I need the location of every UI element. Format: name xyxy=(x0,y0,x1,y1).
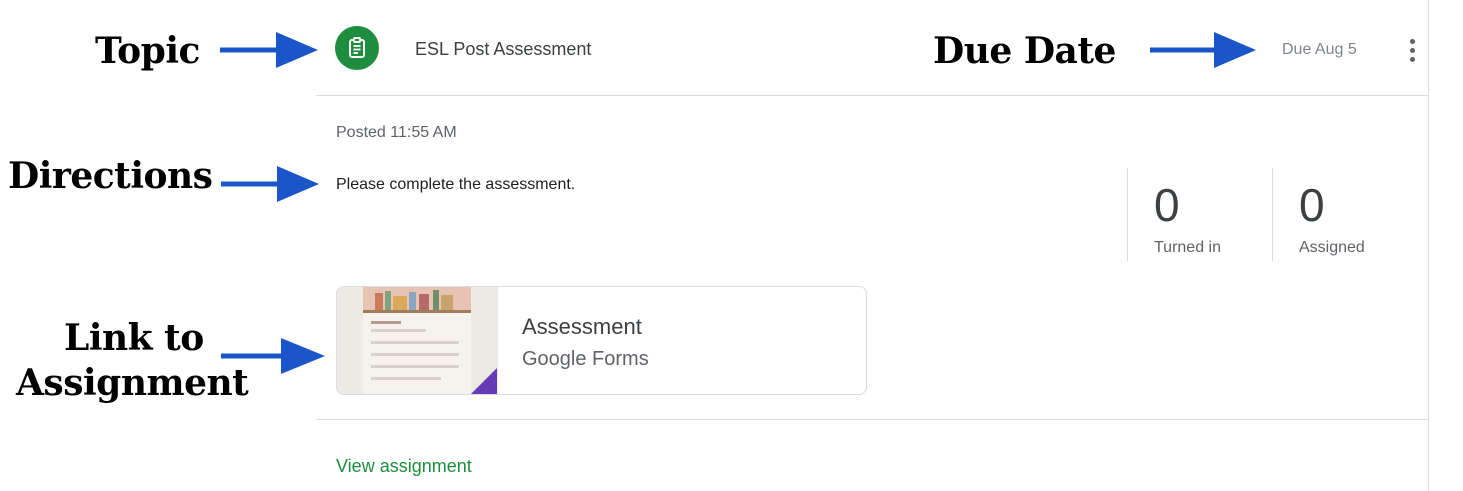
attachment-title: Assessment xyxy=(522,314,642,339)
thumbnail-line xyxy=(371,329,426,332)
annotation-directions: Directions xyxy=(8,155,213,197)
posted-time: Posted 11:55 AM xyxy=(336,124,457,141)
menu-dot xyxy=(1409,47,1415,53)
view-assignment-link[interactable]: View assignment xyxy=(336,455,472,477)
assignment-header: ESL Post Assessment Due Aug 5 xyxy=(316,0,1428,96)
due-date: Due Aug 5 xyxy=(1282,41,1357,58)
stat-divider xyxy=(1272,168,1273,261)
thumbnail-header-image xyxy=(363,287,471,313)
turned-in-count[interactable]: 0 xyxy=(1154,180,1180,230)
assignment-icon xyxy=(349,37,365,58)
arrow-link-icon xyxy=(221,338,325,374)
thumbnail-line xyxy=(371,341,459,344)
topic-badge xyxy=(335,26,379,70)
thumbnail-line xyxy=(371,365,459,368)
arrow-directions-icon xyxy=(221,166,319,202)
attachment-subtitle: Google Forms xyxy=(522,348,649,370)
assigned-label: Assigned xyxy=(1299,239,1365,256)
thumbnail-line xyxy=(371,353,459,356)
thumbnail-line xyxy=(371,377,441,380)
menu-dot xyxy=(1409,56,1415,62)
turned-in-label: Turned in xyxy=(1154,239,1221,256)
stat-divider xyxy=(1127,168,1128,261)
google-forms-thumbnail xyxy=(337,287,498,394)
assigned-count[interactable]: 0 xyxy=(1299,180,1325,230)
attachment-card[interactable]: Assessment Google Forms xyxy=(336,286,867,395)
assignment-title: ESL Post Assessment xyxy=(415,39,592,59)
thumbnail-line xyxy=(371,321,401,324)
books-illustration-icon xyxy=(363,287,471,313)
annotation-link-line1: Link to xyxy=(64,317,204,359)
directions-text: Please complete the assessment. xyxy=(336,176,576,193)
arrow-topic-icon xyxy=(220,32,318,68)
more-vert-icon[interactable] xyxy=(1402,36,1422,64)
annotation-link-line2: Assignment xyxy=(16,362,249,404)
google-forms-corner-icon xyxy=(471,368,497,394)
assignment-card: ESL Post Assessment Due Aug 5 Posted 11:… xyxy=(316,0,1429,491)
footer-divider xyxy=(316,419,1428,420)
annotation-topic: Topic xyxy=(95,30,200,72)
menu-dot xyxy=(1409,38,1415,44)
